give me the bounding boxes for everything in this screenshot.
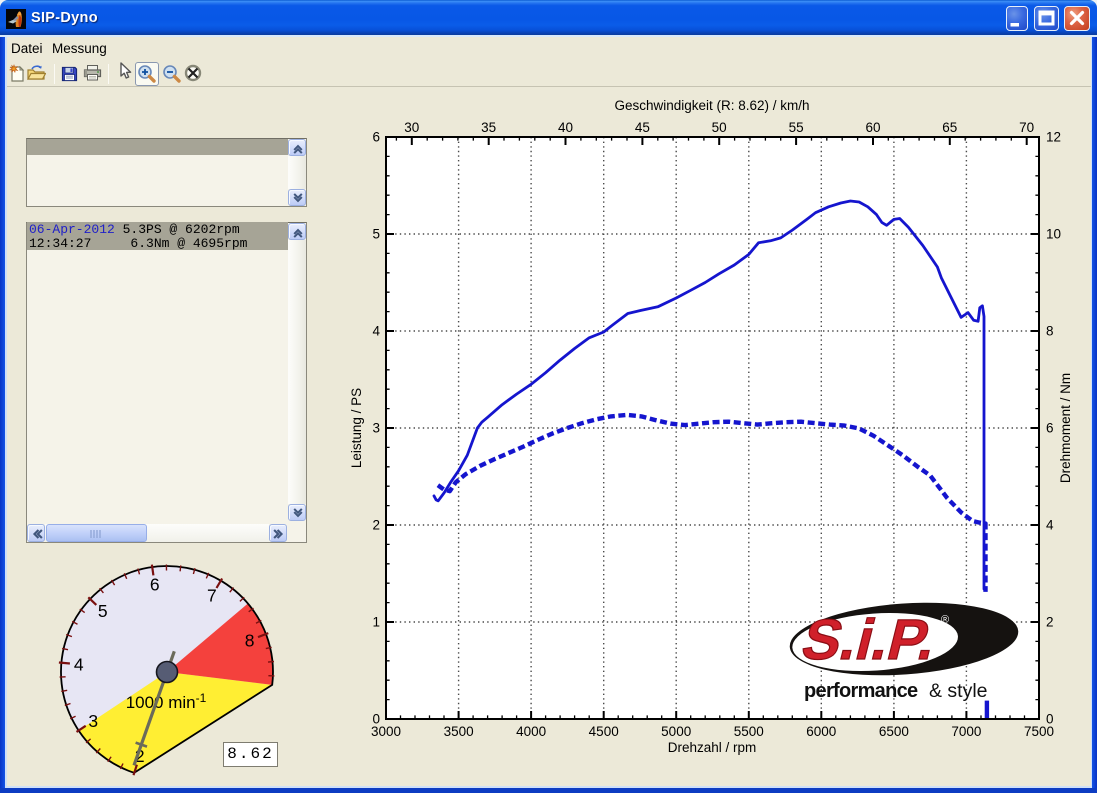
- svg-text:3: 3: [372, 421, 380, 436]
- svg-text:35: 35: [481, 120, 496, 135]
- svg-text:8: 8: [245, 630, 255, 650]
- svg-text:55: 55: [789, 120, 804, 135]
- svg-text:5: 5: [372, 227, 380, 242]
- svg-text:Drehzahl / rpm: Drehzahl / rpm: [668, 740, 757, 755]
- svg-text:1: 1: [372, 615, 380, 630]
- svg-text:Leistung / PS: Leistung / PS: [349, 388, 364, 468]
- svg-text:Drehmoment / Nm: Drehmoment / Nm: [1058, 373, 1073, 483]
- svg-text:4500: 4500: [589, 724, 619, 739]
- svg-text:45: 45: [635, 120, 650, 135]
- svg-text:5500: 5500: [734, 724, 764, 739]
- svg-text:6000: 6000: [806, 724, 836, 739]
- svg-text:Geschwindigkeit (R: 8.62) / km: Geschwindigkeit (R: 8.62) / km/h: [614, 98, 809, 113]
- svg-text:6500: 6500: [879, 724, 909, 739]
- svg-text:12: 12: [1046, 130, 1061, 145]
- svg-text:30: 30: [404, 120, 419, 135]
- svg-text:60: 60: [865, 120, 880, 135]
- svg-text:4: 4: [1046, 518, 1054, 533]
- svg-text:0: 0: [372, 712, 380, 727]
- svg-text:2: 2: [372, 518, 380, 533]
- svg-text:performance: performance: [804, 680, 918, 702]
- svg-text:7000: 7000: [951, 724, 981, 739]
- svg-text:0: 0: [1046, 712, 1054, 727]
- svg-text:6: 6: [372, 130, 380, 145]
- svg-text:3: 3: [88, 711, 98, 731]
- svg-text:3500: 3500: [444, 724, 474, 739]
- svg-text:10: 10: [1046, 227, 1061, 242]
- svg-text:50: 50: [712, 120, 727, 135]
- svg-text:5000: 5000: [661, 724, 691, 739]
- svg-text:®: ®: [941, 614, 949, 626]
- svg-text:7: 7: [207, 586, 217, 606]
- svg-text:40: 40: [558, 120, 573, 135]
- svg-text:& style: & style: [929, 680, 988, 702]
- svg-text:6: 6: [1046, 421, 1054, 436]
- svg-text:4000: 4000: [516, 724, 546, 739]
- svg-text:S.i.P.: S.i.P.: [796, 609, 944, 672]
- svg-text:1000 min-1: 1000 min-1: [126, 691, 207, 712]
- svg-text:70: 70: [1019, 120, 1034, 135]
- svg-text:65: 65: [942, 120, 957, 135]
- svg-text:5: 5: [98, 601, 108, 621]
- svg-text:2: 2: [1046, 615, 1054, 630]
- svg-text:8: 8: [1046, 324, 1054, 339]
- svg-text:4: 4: [372, 324, 380, 339]
- svg-text:6: 6: [150, 574, 160, 594]
- svg-text:4: 4: [74, 654, 84, 674]
